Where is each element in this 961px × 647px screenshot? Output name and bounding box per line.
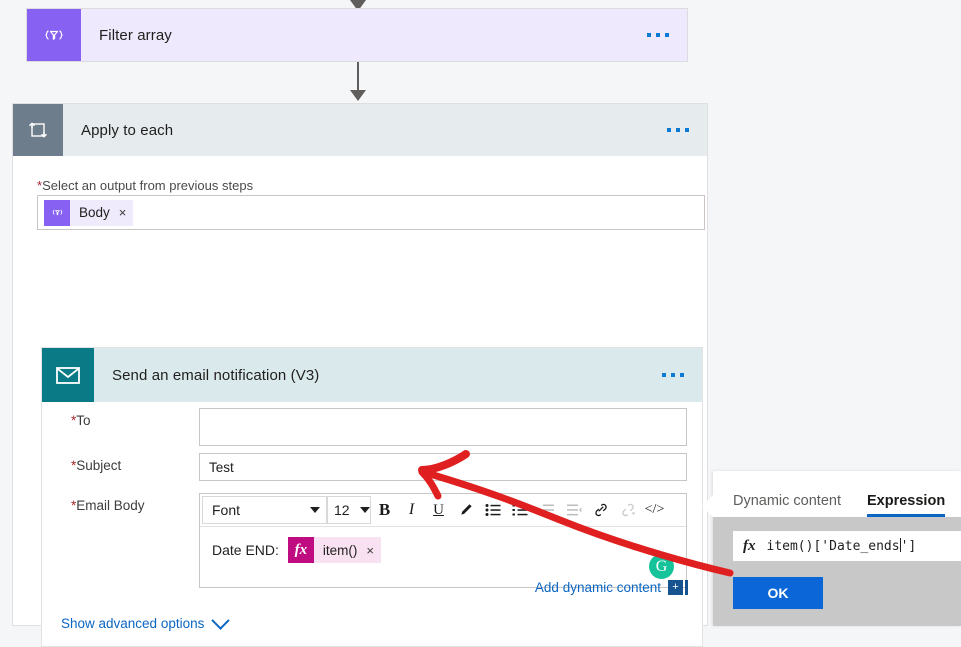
numbered-list-icon[interactable] bbox=[506, 496, 533, 524]
email-body-field-row: *Email Body Font 12 B I U </> Date END: … bbox=[56, 493, 687, 588]
dot bbox=[671, 373, 675, 377]
dot bbox=[685, 128, 689, 132]
filter-array-icon bbox=[27, 9, 81, 61]
font-family-value: Font bbox=[212, 502, 241, 518]
select-output-label-text: Select an output from previous steps bbox=[42, 178, 254, 193]
indent-icon[interactable] bbox=[533, 496, 560, 524]
filter-array-header[interactable]: Filter array bbox=[27, 9, 687, 61]
body-token-body: Body × bbox=[70, 199, 134, 226]
apply-to-each-more-options-button[interactable] bbox=[667, 128, 689, 132]
email-body-label-text: Email Body bbox=[76, 498, 145, 513]
add-dynamic-content-label: Add dynamic content bbox=[534, 580, 661, 595]
loop-icon bbox=[13, 104, 63, 156]
subject-field-row: *Subject bbox=[56, 453, 687, 481]
envelope-icon bbox=[42, 348, 94, 402]
dot bbox=[680, 373, 684, 377]
select-output-input[interactable]: Body × bbox=[37, 195, 705, 230]
plus-bar bbox=[685, 580, 688, 595]
item-token-label: item() bbox=[322, 542, 358, 558]
dot bbox=[665, 33, 669, 37]
email-body-label: *Email Body bbox=[56, 493, 199, 513]
rich-text-toolbar: Font 12 B I U </> bbox=[200, 494, 686, 527]
filter-array-icon bbox=[44, 199, 70, 226]
chevron-down-icon bbox=[359, 507, 370, 513]
font-size-dropdown[interactable]: 12 bbox=[327, 496, 371, 524]
underline-icon[interactable]: U bbox=[425, 496, 452, 524]
item-expression-token[interactable]: fx item() × bbox=[287, 537, 382, 563]
to-input[interactable] bbox=[199, 408, 687, 446]
subject-label: *Subject bbox=[56, 453, 199, 473]
subject-label-text: Subject bbox=[76, 458, 122, 473]
connector-arrowhead-loop bbox=[350, 90, 366, 101]
link-icon[interactable] bbox=[587, 496, 614, 524]
expression-value: item()['Date_ends'] bbox=[766, 538, 917, 554]
dot bbox=[656, 33, 660, 37]
flyout-pointer bbox=[702, 495, 713, 517]
send-email-more-options-button[interactable] bbox=[662, 373, 684, 377]
grammarly-icon[interactable]: G bbox=[649, 554, 674, 579]
body-token-remove-button[interactable]: × bbox=[119, 206, 127, 219]
apply-to-each-header[interactable]: Apply to each bbox=[13, 104, 707, 156]
email-body-static-text: Date END: bbox=[212, 542, 279, 558]
filter-array-card[interactable]: Filter array bbox=[26, 8, 688, 62]
tab-expression[interactable]: Expression bbox=[867, 493, 946, 517]
send-email-title: Send an email notification (V3) bbox=[112, 366, 320, 384]
tab-dynamic-content[interactable]: Dynamic content bbox=[733, 493, 841, 517]
font-size-value: 12 bbox=[334, 502, 350, 518]
to-label: *To bbox=[56, 408, 199, 428]
body-token[interactable]: Body × bbox=[44, 199, 134, 226]
show-advanced-options-link[interactable]: Show advanced options bbox=[61, 611, 231, 631]
select-output-label: *Select an output from previous steps bbox=[37, 178, 253, 193]
font-family-dropdown[interactable]: Font bbox=[202, 496, 327, 524]
fx-icon: fx bbox=[287, 537, 314, 563]
show-advanced-options-label: Show advanced options bbox=[61, 616, 205, 631]
italic-icon[interactable]: I bbox=[398, 496, 425, 524]
highlight-pen-icon[interactable] bbox=[452, 496, 479, 524]
expression-flyout-panel[interactable]: Dynamic content Expression fx item()['Da… bbox=[702, 471, 961, 626]
to-field-row: *To bbox=[56, 408, 687, 446]
email-body-editor[interactable]: Font 12 B I U </> Date END: fx item() × … bbox=[199, 493, 687, 588]
apply-to-each-card[interactable]: Apply to each *Select an output from pre… bbox=[12, 103, 708, 647]
flyout-tab-bar: Dynamic content Expression bbox=[713, 471, 961, 517]
ok-button[interactable]: OK bbox=[733, 577, 823, 609]
expression-value-tail: '] bbox=[900, 539, 917, 554]
filter-array-more-options-button[interactable] bbox=[647, 33, 669, 37]
expression-input[interactable]: fx item()['Date_ends'] bbox=[733, 531, 961, 561]
send-email-header[interactable]: Send an email notification (V3) bbox=[42, 348, 702, 402]
dot bbox=[662, 373, 666, 377]
chevron-down-icon bbox=[310, 507, 320, 513]
to-label-text: To bbox=[76, 413, 91, 428]
unlink-icon[interactable] bbox=[614, 496, 641, 524]
plus-icon: + bbox=[668, 580, 683, 595]
dot bbox=[647, 33, 651, 37]
connector-line-filter-to-loop bbox=[357, 62, 359, 92]
apply-to-each-title: Apply to each bbox=[81, 121, 174, 139]
code-view-icon[interactable]: </> bbox=[641, 496, 668, 524]
item-token-remove-button[interactable]: × bbox=[366, 544, 374, 557]
email-body-content[interactable]: Date END: fx item() × G bbox=[200, 527, 686, 587]
send-email-card[interactable]: Send an email notification (V3) *To *Sub… bbox=[41, 347, 703, 647]
bulleted-list-icon[interactable] bbox=[479, 496, 506, 524]
item-token-body: item() × bbox=[313, 537, 382, 563]
dot bbox=[667, 128, 671, 132]
body-token-label: Body bbox=[79, 205, 110, 220]
subject-input[interactable] bbox=[199, 453, 687, 481]
filter-array-title: Filter array bbox=[99, 26, 172, 44]
add-dynamic-content-link[interactable]: Add dynamic content + bbox=[535, 580, 688, 595]
expression-value-head: item()['Date_ends bbox=[766, 539, 900, 554]
outdent-icon[interactable] bbox=[560, 496, 587, 524]
bold-icon[interactable]: B bbox=[371, 496, 398, 524]
fx-icon-text: fx bbox=[294, 541, 308, 558]
fx-icon: fx bbox=[743, 537, 756, 554]
dot bbox=[676, 128, 680, 132]
